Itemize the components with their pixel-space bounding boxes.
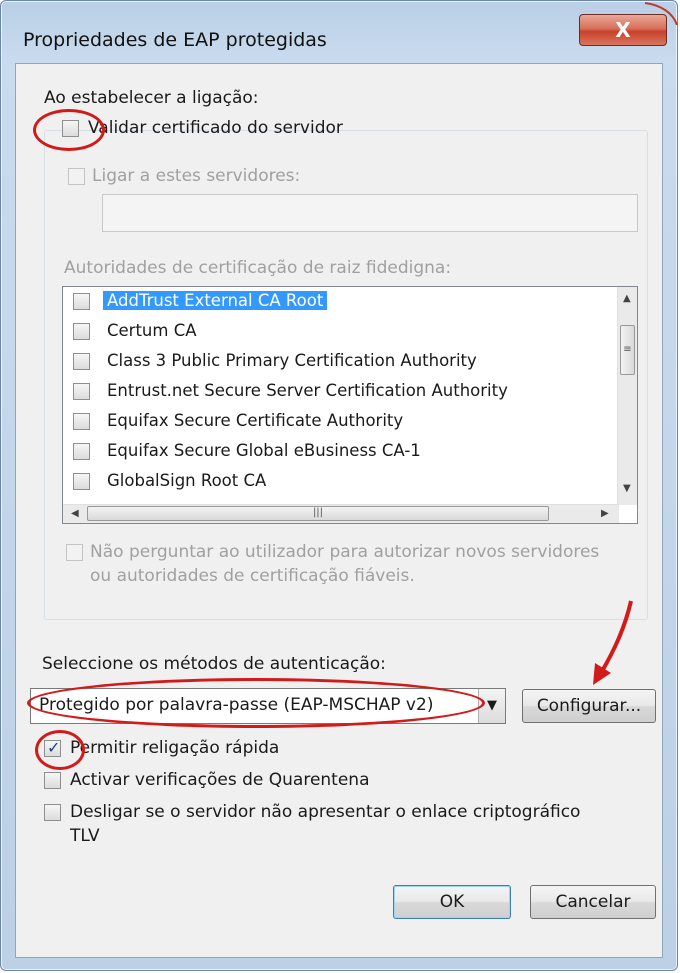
servers-input[interactable] [102,194,638,232]
dialog-body: Ao estabelecer a ligação: Validar certif… [15,63,663,958]
vertical-scrollbar[interactable]: ▲ ≡ ▼ [617,287,637,505]
ca-checkbox[interactable] [73,473,90,490]
auth-heading: Seleccione os métodos de autenticação: [42,654,386,674]
ca-list[interactable]: AddTrust External CA Root Certum CA Clas… [62,286,638,524]
list-item[interactable]: Equifax Secure Certificate Authority [69,408,599,438]
fast-reconnect-label: Permitir religação rápida [70,738,280,758]
scroll-left-icon[interactable]: ◀ [71,508,79,519]
ca-item-label: GlobalSign Root CA [107,471,267,490]
quarantine-label: Activar verificações de Quarentena [70,770,370,790]
connect-servers-checkbox[interactable] [68,168,85,185]
no-prompt-label-line2: ou autoridades de certificação fiáveis. [90,566,415,586]
ca-checkbox[interactable] [73,443,90,460]
annotation-arrow-icon [593,600,633,685]
ca-checkbox[interactable] [73,353,90,370]
list-item[interactable]: GlobalSign Root CA [69,468,599,498]
cancel-button[interactable]: Cancelar [530,885,656,919]
chevron-down-icon[interactable]: ▼ [478,689,505,723]
ca-item-label: Equifax Secure Certificate Authority [107,411,404,430]
ca-item-label: Equifax Secure Global eBusiness CA-1 [107,441,421,460]
scroll-down-icon[interactable]: ▼ [623,483,631,494]
no-prompt-checkbox[interactable] [66,544,83,561]
scroll-right-icon[interactable]: ▶ [601,508,609,519]
configure-button[interactable]: Configurar... [522,689,656,723]
horizontal-scroll-thumb[interactable]: ||| [87,506,549,521]
no-prompt-label-line1: Não perguntar ao utilizador para autoriz… [90,542,600,562]
ca-checkbox[interactable] [73,293,90,310]
ca-checkbox[interactable] [73,323,90,340]
ca-item-label: Certum CA [107,321,197,340]
connect-heading: Ao estabelecer a ligação: [44,88,259,108]
list-item[interactable]: Certum CA [69,318,599,348]
ca-item-label: Entrust.net Secure Server Certification … [107,381,508,400]
ca-checkbox[interactable] [73,383,90,400]
validate-cert-checkbox[interactable] [62,120,79,137]
quarantine-checkbox[interactable] [44,772,61,789]
list-item[interactable]: AddTrust External CA Root [69,288,599,318]
auth-method-select[interactable]: Protegido por palavra-passe (EAP-MSCHAP … [30,688,506,724]
ca-item-label: Class 3 Public Primary Certification Aut… [107,351,477,370]
vertical-scroll-thumb[interactable]: ≡ [620,325,635,375]
disconnect-tlv-label-line2: TLV [70,826,100,846]
disconnect-tlv-checkbox[interactable] [44,804,61,821]
disconnect-tlv-label-line1: Desligar se o servidor não apresentar o … [70,802,581,822]
dialog-window: Propriedades de EAP protegidas X Ao esta… [0,0,678,971]
ca-item-label: AddTrust External CA Root [103,291,328,310]
connect-servers-label: Ligar a estes servidores: [92,166,301,186]
list-item[interactable]: Equifax Secure Global eBusiness CA-1 [69,438,599,468]
ca-checkbox[interactable] [73,413,90,430]
checkmark-icon: ✓ [47,738,61,757]
ok-button[interactable]: OK [393,885,511,919]
horizontal-scrollbar[interactable]: ◀ ||| ▶ [63,504,619,523]
scroll-up-icon[interactable]: ▲ [623,293,631,304]
auth-method-value: Protegido por palavra-passe (EAP-MSCHAP … [39,695,434,715]
fast-reconnect-checkbox[interactable]: ✓ [44,738,61,757]
validate-cert-label: Validar certificado do servidor [88,118,343,138]
annotation-arc-icon [644,2,678,25]
window-title: Propriedades de EAP protegidas [23,29,327,51]
list-item[interactable]: Class 3 Public Primary Certification Aut… [69,348,599,378]
trusted-root-label: Autoridades de certificação de raiz fide… [64,258,452,278]
list-item[interactable]: Entrust.net Secure Server Certification … [69,378,599,408]
